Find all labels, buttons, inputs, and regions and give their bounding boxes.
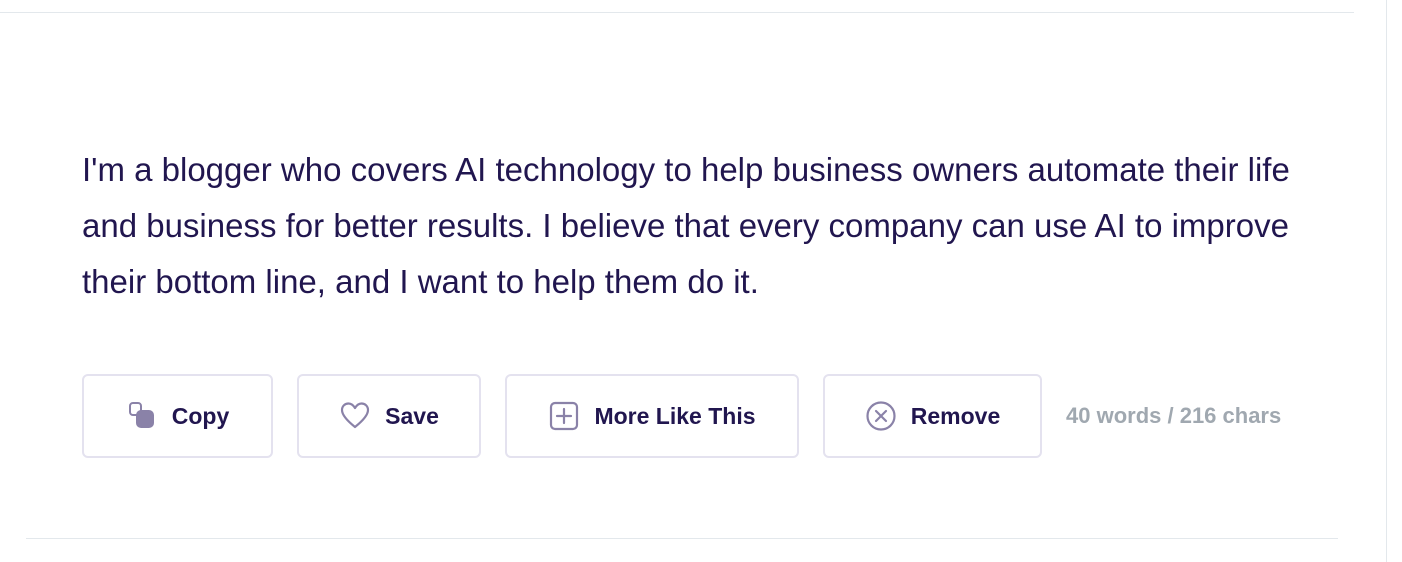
top-divider (0, 12, 1354, 13)
word-char-count: 40 words / 216 chars (1066, 403, 1282, 428)
heart-icon (339, 400, 371, 432)
copy-label: Copy (171, 402, 230, 429)
action-bar: Copy Save More Like This Remove 40 words… (82, 374, 1281, 458)
copy-button[interactable]: Copy (82, 374, 273, 458)
save-label: Save (385, 402, 439, 429)
remove-button[interactable]: Remove (823, 374, 1042, 458)
remove-label: Remove (910, 402, 1001, 429)
bottom-divider (26, 538, 1338, 539)
save-button[interactable]: Save (297, 374, 481, 458)
copy-icon (126, 400, 158, 432)
x-circle-icon (865, 400, 897, 432)
more-like-this-button[interactable]: More Like This (505, 374, 799, 458)
scrollbar-track[interactable] (1386, 0, 1387, 562)
plus-square-icon (548, 400, 580, 432)
more-like-this-label: More Like This (594, 402, 756, 429)
result-text: I'm a blogger who covers AI technology t… (82, 151, 1290, 300)
